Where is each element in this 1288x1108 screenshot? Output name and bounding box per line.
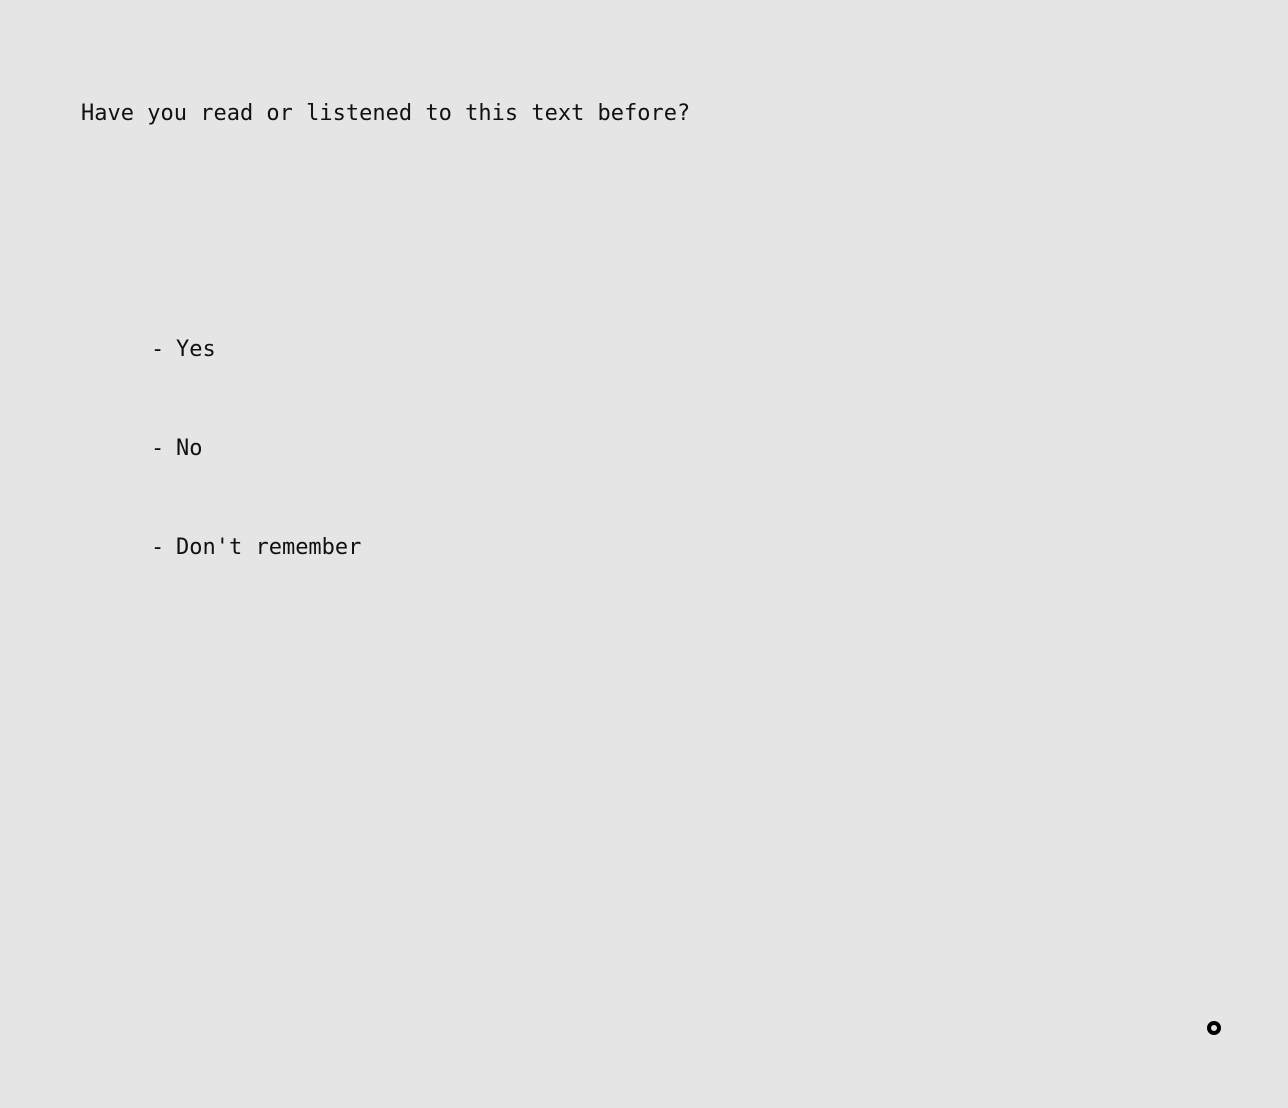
option-label-yes: Yes xyxy=(175,337,216,362)
option-label-dont-remember: Don't remember xyxy=(175,535,362,560)
option-label-no: No xyxy=(175,436,203,461)
option-bullet: - xyxy=(150,337,165,362)
option-yes[interactable]: - Yes xyxy=(98,308,361,362)
answer-options: - Yes - No - Don't remember xyxy=(98,308,361,605)
option-bullet: - xyxy=(150,535,165,560)
fixation-dot-icon xyxy=(1207,1021,1221,1035)
option-no[interactable]: - No xyxy=(98,407,361,461)
option-dont-remember[interactable]: - Don't remember xyxy=(98,506,361,560)
question-text: Have you read or listened to this text b… xyxy=(81,101,691,126)
option-bullet: - xyxy=(150,436,165,461)
